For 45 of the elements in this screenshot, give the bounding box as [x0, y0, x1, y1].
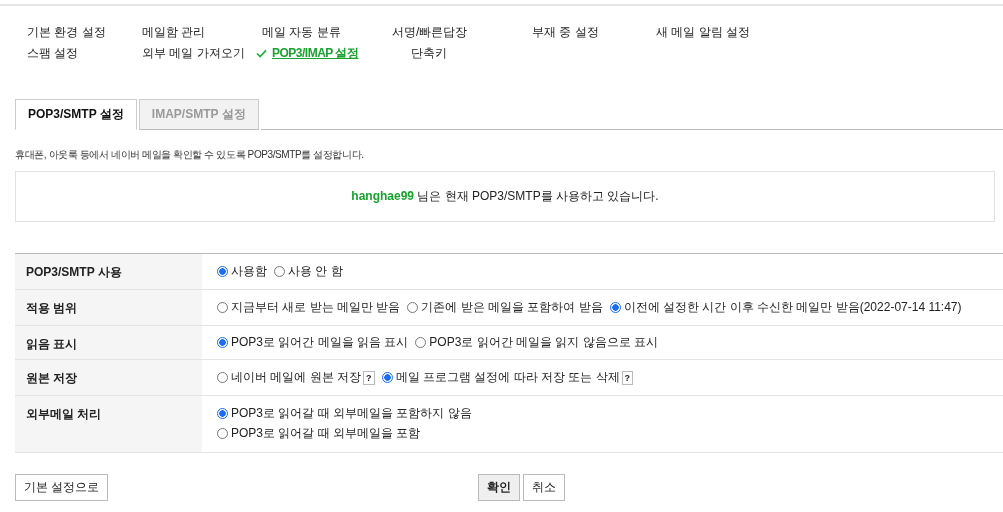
nav-link[interactable]: 기본 환경 설정 [27, 24, 106, 41]
status-message: hanghae99 님은 현재 POP3/SMTP를 사용하고 있습니다. [351, 188, 659, 205]
option-label[interactable]: 사용 안 함 [288, 263, 343, 280]
row-header: 외부메일 처리 [15, 396, 202, 452]
nav-link[interactable]: 외부 메일 가져오기 [142, 45, 245, 62]
radio-button[interactable] [609, 302, 621, 313]
nav-link[interactable]: 단축키 [411, 45, 447, 62]
radio-button[interactable] [381, 372, 393, 383]
row-header: 읽음 표시 [15, 326, 202, 359]
radio-button[interactable] [274, 266, 285, 277]
radio-button[interactable] [217, 337, 228, 348]
option-label[interactable]: 네이버 메일에 원본 저장 [231, 369, 361, 386]
nav-link[interactable]: 메일 자동 분류 [262, 24, 341, 41]
option-label[interactable]: 사용함 [231, 263, 267, 280]
radio-button[interactable] [217, 266, 228, 277]
option-label[interactable]: POP3로 읽어갈 때 외부메일을 포함 [231, 425, 421, 442]
nav-link[interactable]: 스팸 설정 [27, 45, 79, 62]
row-header: 적용 범위 [15, 290, 202, 325]
radio-button[interactable] [217, 428, 228, 439]
radio-button[interactable] [217, 408, 228, 419]
radio-button[interactable] [407, 302, 419, 313]
option-label[interactable]: 기존에 받은 메일을 포함하여 받음 [421, 299, 603, 316]
help-button[interactable]: ? [363, 370, 375, 385]
option-label[interactable]: POP3로 읽어갈 때 외부메일을 포함하지 않음 [231, 405, 472, 422]
tab[interactable]: POP3/SMTP 설정 [15, 99, 137, 130]
option-label[interactable]: POP3로 읽어간 메일을 읽음 표시 [231, 334, 409, 351]
nav-link[interactable]: 새 메일 알림 설정 [656, 24, 750, 41]
option-label[interactable]: POP3로 읽어간 메일을 읽지 않음으로 표시 [429, 334, 659, 351]
row-header: POP3/SMTP 사용 [15, 254, 202, 289]
radio-button[interactable] [415, 337, 427, 348]
confirm-button[interactable]: 확인 [478, 474, 521, 501]
cancel-button[interactable]: 취소 [523, 474, 566, 501]
radio-button[interactable] [217, 372, 228, 383]
nav-link[interactable]: 부재 중 설정 [532, 24, 599, 41]
nav-link[interactable]: 서명/빠른답장 [392, 24, 468, 41]
check-icon [256, 49, 267, 58]
option-label[interactable]: 메일 프로그램 설정에 따라 저장 또는 삭제 [395, 369, 620, 386]
option-label[interactable]: 이전에 설정한 시간 이후 수신한 메일만 받음(2022-07-14 11:47) [623, 299, 962, 316]
reset-button[interactable]: 기본 설정으로 [15, 474, 109, 501]
help-button[interactable]: ? [621, 370, 634, 385]
option-label[interactable]: 지금부터 새로 받는 메일만 받음 [231, 299, 401, 316]
radio-button[interactable] [217, 302, 228, 313]
row-header: 원본 저장 [15, 360, 202, 395]
description-text: 휴대폰, 아웃룩 등에서 네이버 메일을 확인할 수 있도록 POP3/SMTP를 설정합니다. [15, 148, 365, 162]
nav-link[interactable]: 메일함 관리 [142, 24, 206, 41]
